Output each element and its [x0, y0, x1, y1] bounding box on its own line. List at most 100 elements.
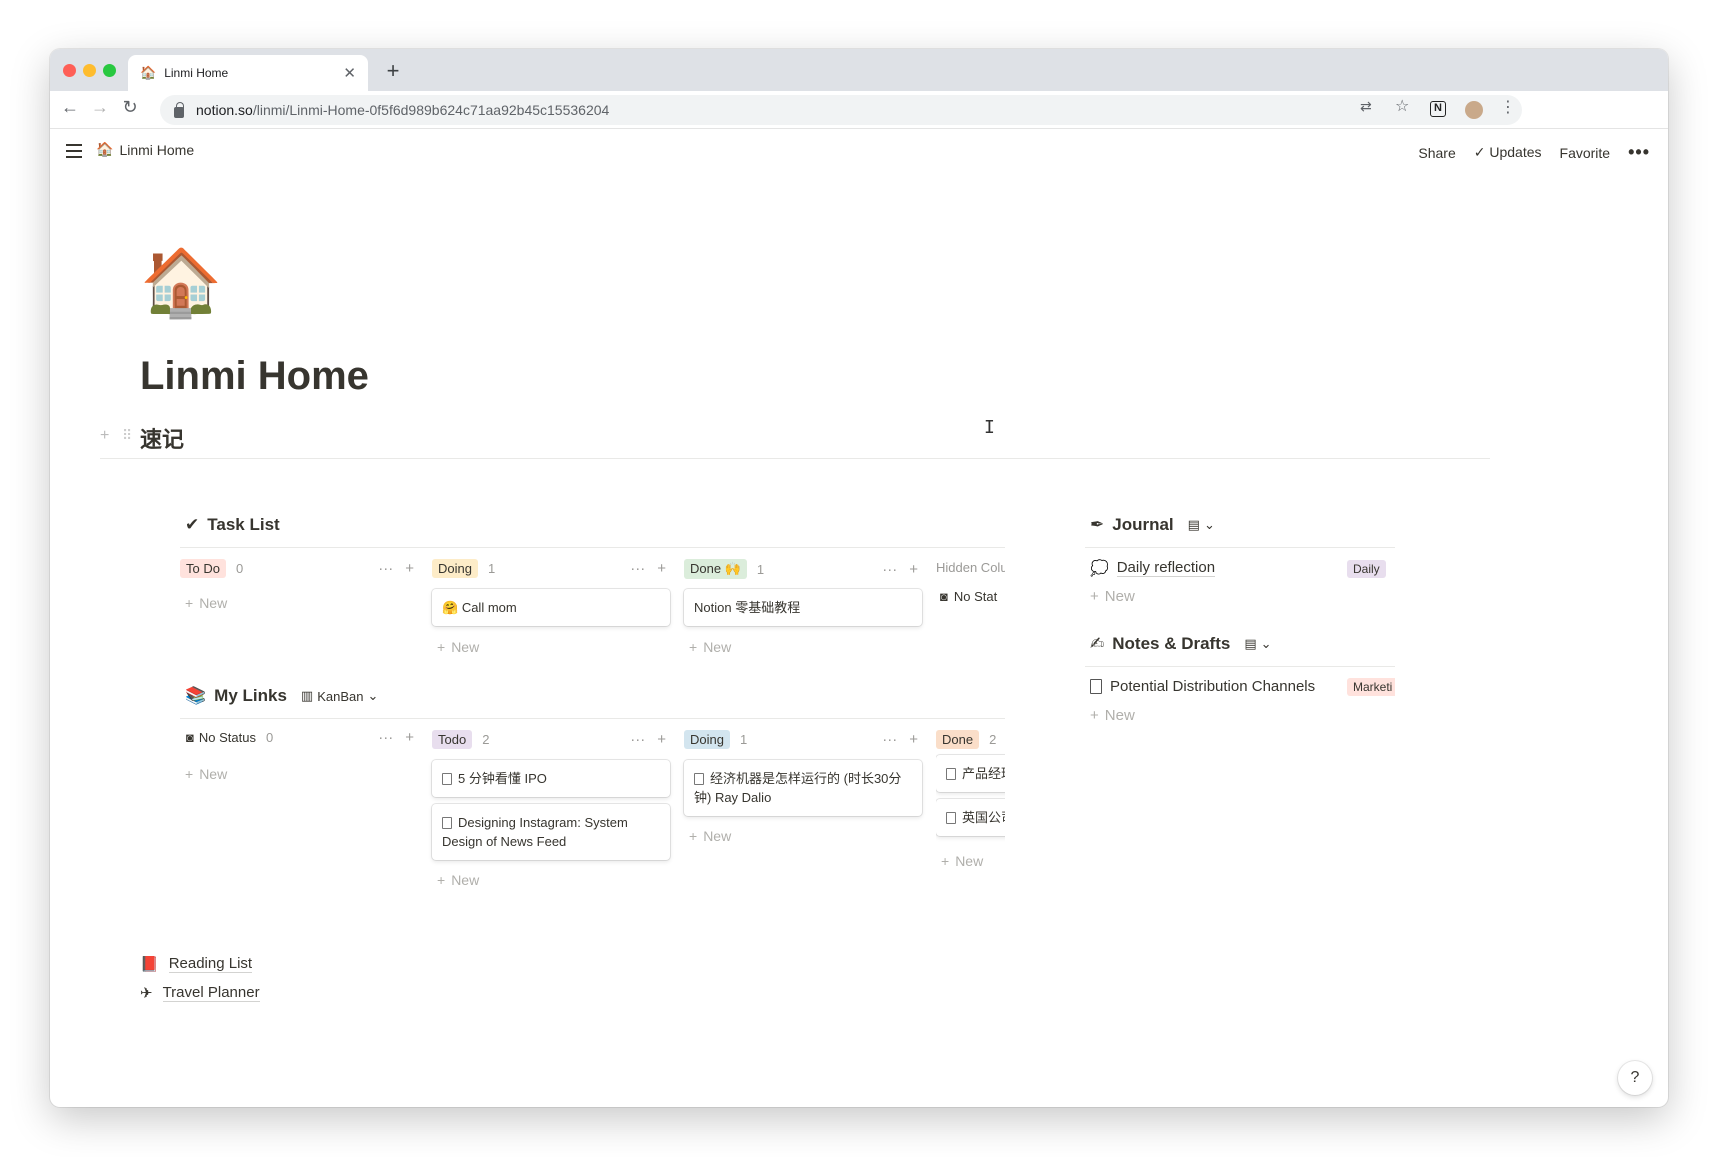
close-tab-icon[interactable]: ✕	[343, 64, 356, 82]
add-icon[interactable]: +	[405, 729, 414, 746]
column-header-doing[interactable]: Doing 1 ··· +	[684, 730, 920, 749]
journal-label: Journal	[1112, 515, 1174, 534]
new-label: New	[1104, 588, 1135, 605]
red-book-icon: 📕	[140, 956, 159, 973]
new-card-button[interactable]: + New	[941, 853, 983, 869]
more-icon[interactable]: ···	[378, 560, 393, 577]
board-card[interactable]: 经济机器是怎样运行的 (时长30分钟) Ray Dalio	[684, 760, 922, 816]
board-card[interactable]: Notion 零基础教程	[684, 589, 922, 626]
breadcrumb[interactable]: 🏠 Linmi Home	[96, 141, 194, 158]
house-icon: 🏠	[140, 65, 157, 80]
reading-list-link[interactable]: 📕 Reading List	[140, 955, 253, 973]
new-card-button[interactable]: + New	[689, 828, 731, 844]
column-count: 2	[989, 732, 997, 747]
column-header-done[interactable]: Done 2	[936, 730, 1005, 749]
new-item-button[interactable]: + New	[1090, 707, 1135, 724]
task-list-title[interactable]: ✔ Task List	[185, 515, 280, 535]
address-bar[interactable]: notion.so/linmi/Linmi-Home-0f5f6d989b624…	[160, 95, 1522, 125]
column-header-todo[interactable]: To Do 0 ··· +	[180, 559, 416, 578]
back-icon[interactable]: ←	[58, 97, 82, 118]
inbox-icon: ◙	[186, 730, 194, 745]
plus-icon: +	[689, 828, 698, 844]
status-tag: Doing	[684, 730, 730, 749]
column-header-done[interactable]: Done 🙌 1 ··· +	[684, 559, 920, 579]
add-icon[interactable]: +	[657, 560, 666, 577]
tab-strip: 🏠 Linmi Home ✕ +	[50, 49, 1668, 91]
maximize-window-button[interactable]	[103, 64, 116, 77]
avatar[interactable]	[1465, 101, 1483, 119]
share-button[interactable]: Share	[1418, 145, 1455, 161]
updates-label: Updates	[1489, 144, 1542, 160]
help-button[interactable]: ?	[1618, 1061, 1652, 1095]
add-icon[interactable]: +	[405, 560, 414, 577]
status-tag: Doing	[432, 559, 478, 578]
travel-planner-link[interactable]: ✈ Travel Planner	[140, 984, 260, 1002]
add-icon[interactable]: +	[657, 731, 666, 748]
column-header-doing[interactable]: Doing 1 ··· +	[432, 559, 668, 578]
new-card-button[interactable]: + New	[689, 639, 731, 655]
list-view-icon: ▤	[1187, 517, 1200, 532]
drag-handle-icon[interactable]: ⠿	[122, 427, 132, 444]
view-selector[interactable]: ▤ ⌄	[1188, 517, 1215, 533]
page-icon	[442, 773, 452, 785]
favorite-button[interactable]: Favorite	[1560, 145, 1611, 161]
chevron-down-icon: ⌄	[1260, 636, 1272, 651]
add-block-icon[interactable]: +	[100, 427, 109, 445]
new-card-button[interactable]: + New	[437, 639, 479, 655]
notion-extension-icon[interactable]: N	[1430, 101, 1446, 117]
new-tab-button[interactable]: +	[380, 58, 406, 84]
browser-toolbar: ← → ↻ notion.so/linmi/Linmi-Home-0f5f6d9…	[50, 91, 1668, 129]
more-icon[interactable]: ···	[882, 561, 897, 578]
add-icon[interactable]: +	[909, 561, 918, 578]
board-card[interactable]: Designing Instagram: System Design of Ne…	[432, 804, 670, 860]
reload-icon[interactable]: ↻	[118, 97, 142, 118]
updates-button[interactable]: ✓ Updates	[1474, 144, 1542, 161]
divider	[180, 718, 1005, 719]
browser-menu-icon[interactable]: ⋮	[1500, 97, 1516, 117]
view-selector[interactable]: ▥ KanBan ⌄	[301, 688, 378, 704]
star-icon[interactable]: ☆	[1395, 96, 1409, 116]
heading-text[interactable]: 速记	[140, 422, 184, 454]
column-header-todo[interactable]: Todo 2 ··· +	[432, 730, 668, 749]
status-badge: Daily	[1347, 560, 1386, 578]
more-icon[interactable]: •••	[1628, 142, 1650, 163]
notes-title[interactable]: ✍ Notes & Drafts ▤ ⌄	[1090, 634, 1272, 654]
close-window-button[interactable]	[63, 64, 76, 77]
new-card-button[interactable]: + New	[185, 595, 227, 611]
browser-tab[interactable]: 🏠 Linmi Home ✕	[128, 55, 368, 91]
board-card[interactable]: 英国公司	[936, 799, 1005, 836]
check-icon: ✔	[185, 515, 200, 534]
new-item-button[interactable]: + New	[1090, 588, 1135, 605]
url-path: /linmi/Linmi-Home-0f5f6d989b624c71aa92b4…	[252, 102, 610, 118]
more-icon[interactable]: ···	[882, 731, 897, 748]
add-icon[interactable]: +	[909, 731, 918, 748]
url-host: notion.so	[196, 102, 253, 118]
page-icon[interactable]: 🏠	[140, 249, 222, 315]
journal-title[interactable]: ✒ Journal ▤ ⌄	[1090, 515, 1215, 535]
column-header-no-status[interactable]: ◙ No Status 0 ··· +	[180, 729, 416, 746]
more-icon[interactable]: ···	[630, 560, 645, 577]
my-links-title[interactable]: 📚 My Links ▥ KanBan ⌄	[185, 686, 378, 706]
page-title[interactable]: Linmi Home	[140, 354, 369, 399]
board-card[interactable]: 5 分钟看懂 IPO	[432, 760, 670, 797]
column-count: 1	[756, 561, 765, 577]
new-card-button[interactable]: + New	[185, 766, 227, 782]
journal-item[interactable]: 💭 Daily reflection	[1090, 559, 1216, 577]
hidden-columns-label[interactable]: Hidden Colu	[936, 560, 1005, 575]
notes-item[interactable]: Potential Distribution Channels	[1090, 678, 1315, 695]
new-card-button[interactable]: + New	[437, 872, 479, 888]
status-tag: To Do	[180, 559, 226, 578]
hidden-column-item[interactable]: ◙ No Stat	[936, 589, 1005, 604]
board-card[interactable]: 🤗 Call mom	[432, 589, 670, 626]
page-icon	[946, 812, 956, 824]
notion-topbar: 🏠 Linmi Home Share ✓ Updates Favorite ••…	[50, 129, 1668, 174]
board-card[interactable]: 产品经理	[936, 755, 1005, 792]
minimize-window-button[interactable]	[83, 64, 96, 77]
view-selector[interactable]: ▤ ⌄	[1244, 636, 1271, 652]
status-tag: Todo	[432, 730, 473, 749]
more-icon[interactable]: ···	[378, 729, 393, 746]
more-icon[interactable]: ···	[630, 731, 645, 748]
forward-icon[interactable]: →	[88, 97, 112, 118]
sidebar-toggle-icon[interactable]	[66, 144, 82, 158]
translate-icon[interactable]: ⇄	[1360, 98, 1372, 115]
